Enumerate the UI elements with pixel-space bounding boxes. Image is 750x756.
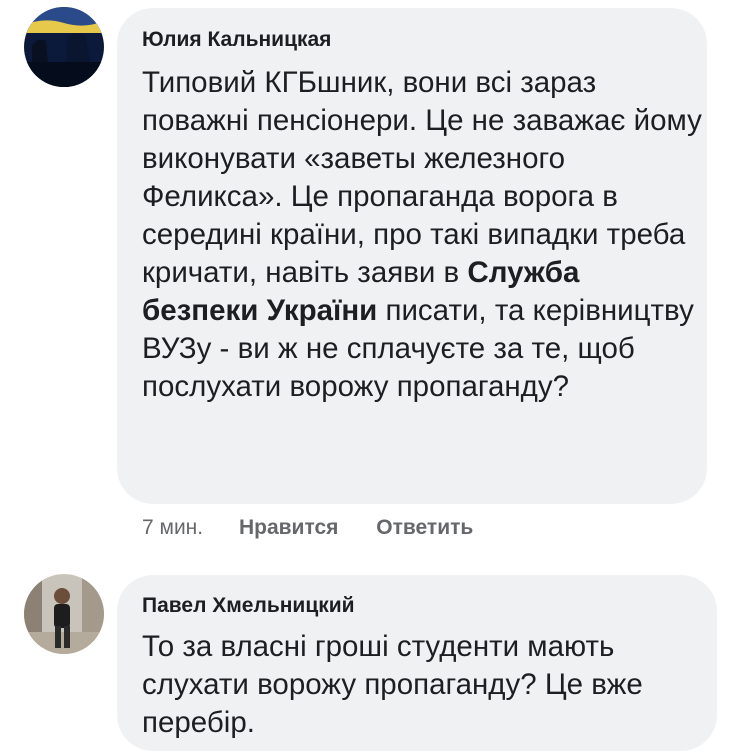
avatar-photo-icon	[24, 7, 104, 87]
comment-actions: 7 мин. Нравится Ответить	[142, 516, 473, 540]
comment-text: Типовий КГБшник, вони всі зараз поважні …	[142, 64, 702, 406]
like-button[interactable]: Нравится	[239, 516, 338, 540]
comment-text: То за власні гроші студенти мають слухат…	[142, 630, 643, 739]
comment-timestamp[interactable]: 7 мин.	[142, 516, 203, 540]
comment-author[interactable]: Юлия Кальницкая	[142, 28, 331, 52]
comment-text-part: Типовий КГБшник, вони всі зараз поважні …	[142, 66, 702, 289]
avatar-photo-icon	[24, 574, 104, 654]
reply-button[interactable]: Ответить	[376, 516, 473, 540]
avatar[interactable]	[24, 574, 104, 654]
comment-author[interactable]: Павел Хмельницкий	[142, 594, 355, 618]
avatar[interactable]	[24, 7, 104, 87]
